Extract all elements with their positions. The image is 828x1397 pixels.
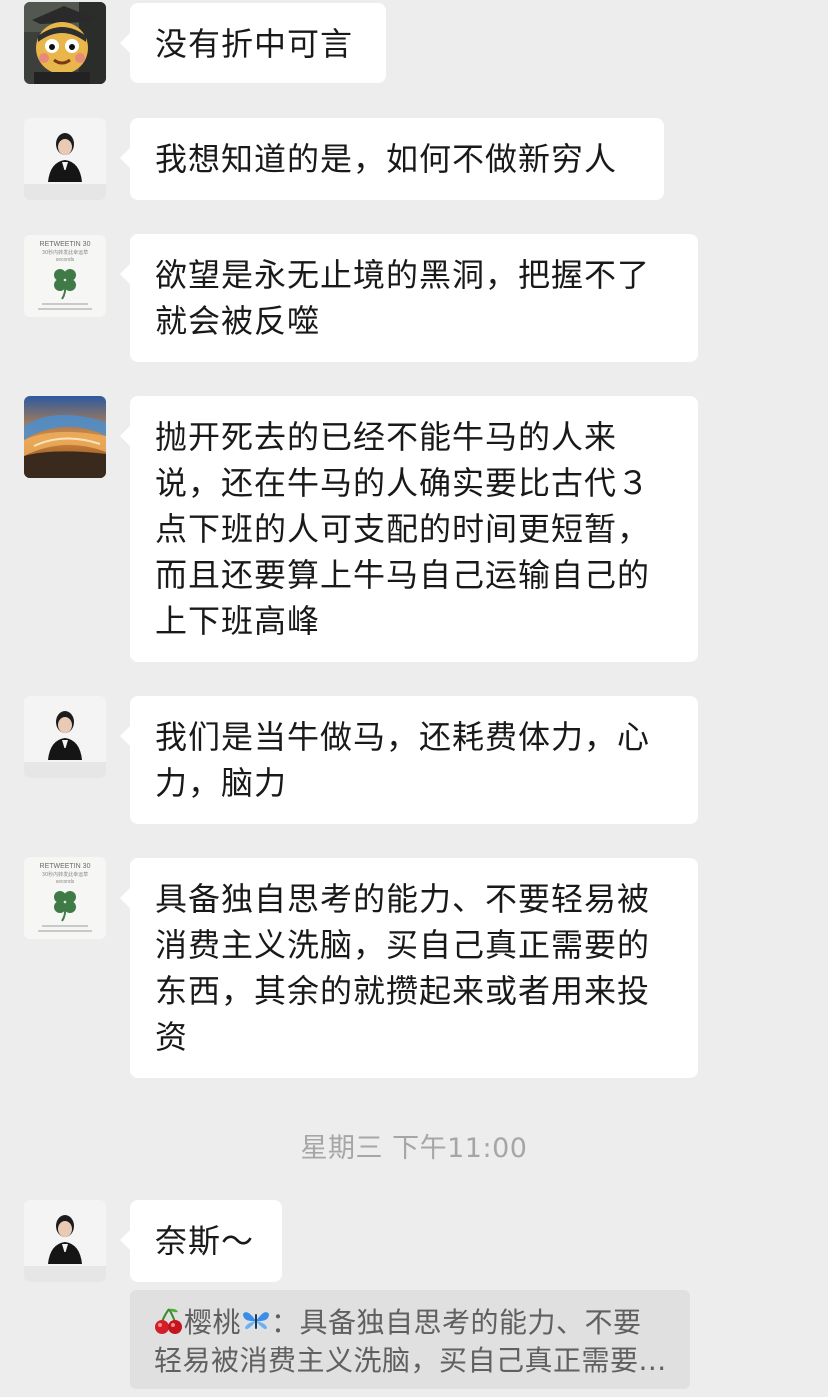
poster-title: RETWEETIN 30: [40, 863, 91, 870]
message-bubble[interactable]: 奈斯～: [120, 1200, 282, 1282]
avatar-woman-portrait-icon: [24, 118, 106, 200]
message-bubble[interactable]: 抛开死去的已经不能牛马的人来 说，还在牛马的人确实要比古代３ 点下班的人可支配的…: [120, 396, 698, 662]
avatar-clover-poster-icon: RETWEETIN 30 30秒内转发此幸运草 seconds: [24, 857, 106, 939]
message-bubble[interactable]: 具备独自思考的能力、不要轻易被 消费主义洗脑，买自己真正需要的 东西，其余的就攒…: [120, 858, 698, 1078]
butterfly-icon: [243, 1312, 270, 1330]
poster-subtitle2: seconds: [56, 879, 75, 885]
message-bubble[interactable]: 我们是当牛做马，还耗费体力，心 力，脑力: [120, 696, 698, 824]
avatar-woman-portrait-icon: [24, 696, 106, 778]
chat-screen: { "messages": [ {"sender": "avatar-carto…: [0, 0, 828, 1397]
poster-subtitle: 30秒内转发此幸运草: [42, 871, 88, 878]
avatar-cartoon-ninja-icon: [24, 2, 106, 84]
avatar-ocean-wave-icon: [24, 396, 106, 478]
quote-line-1: 樱桃 ：具备独自思考的能力、不要: [154, 1304, 668, 1342]
avatar-clover-poster-icon: RETWEETIN 30 30秒内转发此幸运草 seconds: [24, 235, 106, 317]
avatar[interactable]: RETWEETIN 30 30秒内转发此幸运草 seconds: [24, 857, 106, 939]
message-bubble[interactable]: 我想知道的是，如何不做新穷人: [120, 118, 664, 200]
quote-text-line-2: 轻易被消费主义洗脑，买自己真正需要...: [154, 1344, 667, 1377]
message-bubble[interactable]: 欲望是永无止境的黑洞，把握不了 就会被反噬: [120, 234, 698, 362]
poster-subtitle: 30秒内转发此幸运草: [42, 249, 88, 256]
avatar[interactable]: [24, 696, 106, 778]
avatar[interactable]: [24, 396, 106, 478]
timestamp: 星期三 下午11:00: [300, 1133, 528, 1164]
message-bubble[interactable]: 没有折中可言: [120, 3, 386, 83]
quote-separator: ：: [271, 1306, 300, 1339]
cherry-icon: [155, 1308, 182, 1334]
quote-text-line-1: 具备独自思考的能力、不要: [299, 1306, 642, 1339]
quote-sender-name: 樱桃: [184, 1306, 242, 1339]
avatar[interactable]: [24, 2, 106, 84]
avatar[interactable]: [24, 118, 106, 200]
avatar[interactable]: RETWEETIN 30 30秒内转发此幸运草 seconds: [24, 235, 106, 317]
avatar[interactable]: [24, 1200, 106, 1282]
avatar-woman-portrait-icon: [24, 1200, 106, 1282]
poster-subtitle2: seconds: [56, 257, 75, 263]
poster-title: RETWEETIN 30: [40, 241, 91, 248]
quoted-message[interactable]: 樱桃 ：具备独自思考的能力、不要 轻易被消费主义洗脑，买自己真正需要...: [130, 1290, 690, 1389]
